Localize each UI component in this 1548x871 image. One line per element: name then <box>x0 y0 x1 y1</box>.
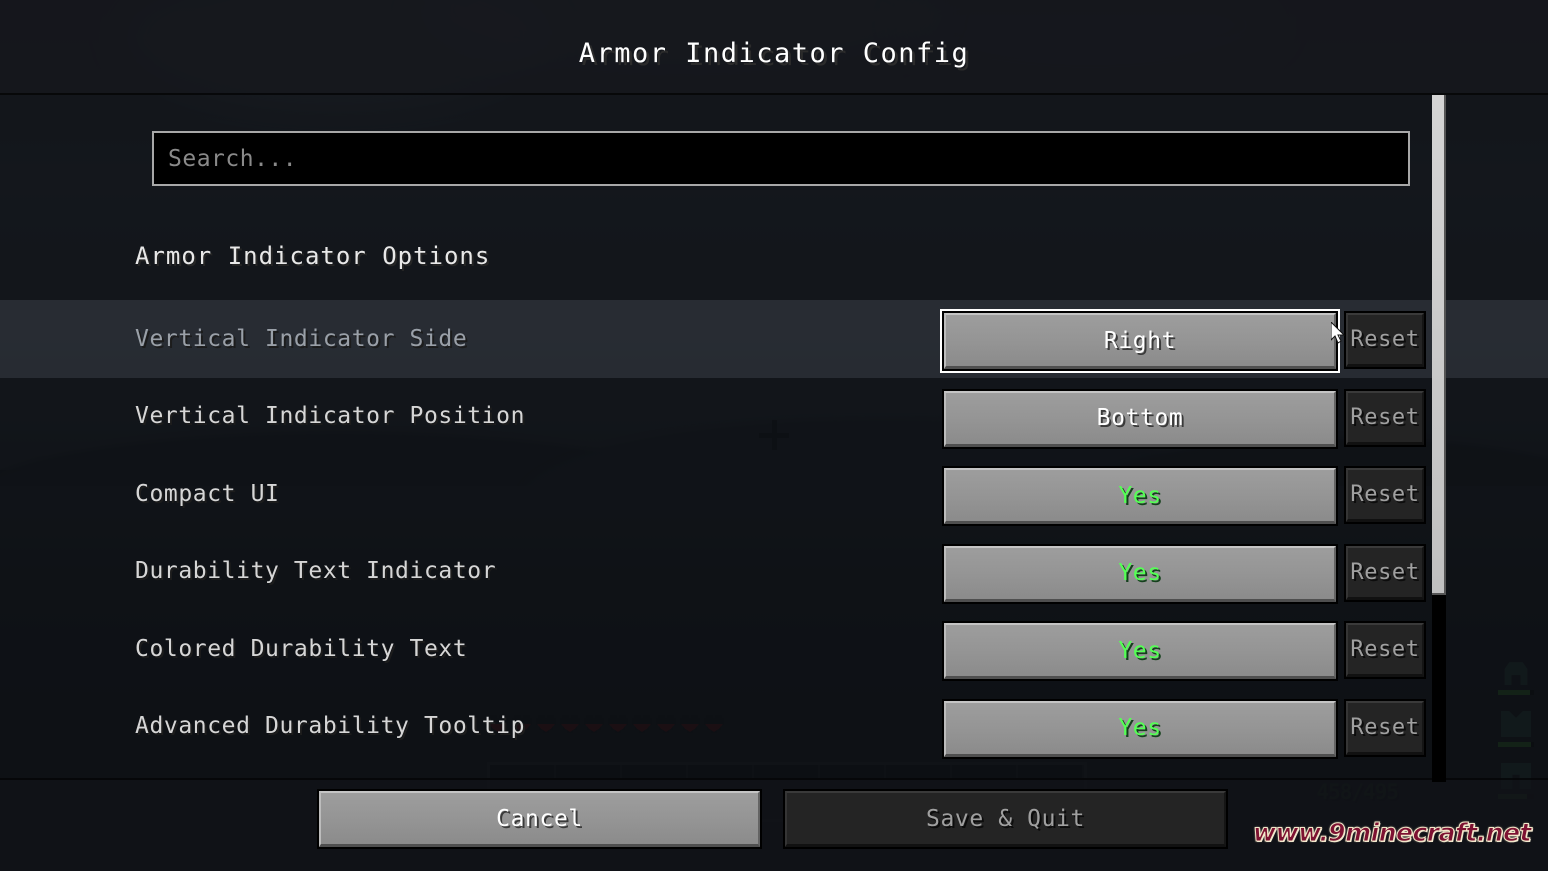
page-title: Armor Indicator Config <box>578 38 970 69</box>
cancel-button[interactable]: Cancel <box>317 789 762 849</box>
save-and-quit-button[interactable]: Save & Quit <box>783 789 1228 849</box>
option-value-button[interactable]: Right <box>942 311 1338 371</box>
config-screen: Armor Indicator Config Armor Indicator O… <box>0 0 1548 871</box>
option-row[interactable]: Advanced Durability Tooltip Yes Reset <box>0 688 1548 766</box>
reset-button[interactable]: Reset <box>1344 466 1426 524</box>
option-row[interactable]: Durability Text Indicator Yes Reset <box>0 533 1548 611</box>
cursor-arrow-icon <box>1331 322 1345 344</box>
option-label: Advanced Durability Tooltip <box>135 713 526 740</box>
scrollbar-thumb[interactable] <box>1432 95 1446 595</box>
reset-button[interactable]: Reset <box>1344 543 1426 602</box>
reset-button[interactable]: Reset <box>1344 698 1426 757</box>
option-row[interactable]: Vertical Indicator Position Bottom Reset <box>0 378 1548 456</box>
reset-button[interactable]: Reset <box>1344 621 1426 679</box>
option-row[interactable]: Colored Durability Text Yes Reset <box>0 610 1548 688</box>
option-value-button[interactable]: Bottom <box>942 388 1338 449</box>
search-field[interactable] <box>152 131 1410 186</box>
option-row[interactable]: Vertical Indicator Side Right Reset <box>0 300 1548 378</box>
option-value-button[interactable]: Yes <box>942 543 1338 604</box>
option-label: Compact UI <box>135 480 280 507</box>
reset-button[interactable]: Reset <box>1344 311 1426 369</box>
option-value-button[interactable]: Yes <box>942 698 1338 759</box>
site-watermark: www.9minecraft.net <box>1253 818 1533 848</box>
option-label: Vertical Indicator Side <box>135 325 468 352</box>
option-label: Colored Durability Text <box>135 635 468 662</box>
option-label: Vertical Indicator Position <box>135 403 526 430</box>
option-value-button[interactable]: Yes <box>942 466 1338 526</box>
options-list: Vertical Indicator Side Right Reset Vert… <box>0 300 1548 765</box>
search-input[interactable] <box>154 133 1408 184</box>
option-label: Durability Text Indicator <box>135 558 497 585</box>
reset-button[interactable]: Reset <box>1344 388 1426 447</box>
option-row[interactable]: Compact UI Yes Reset <box>0 455 1548 533</box>
option-value-button[interactable]: Yes <box>942 621 1338 681</box>
section-header: Armor Indicator Options <box>135 242 491 270</box>
